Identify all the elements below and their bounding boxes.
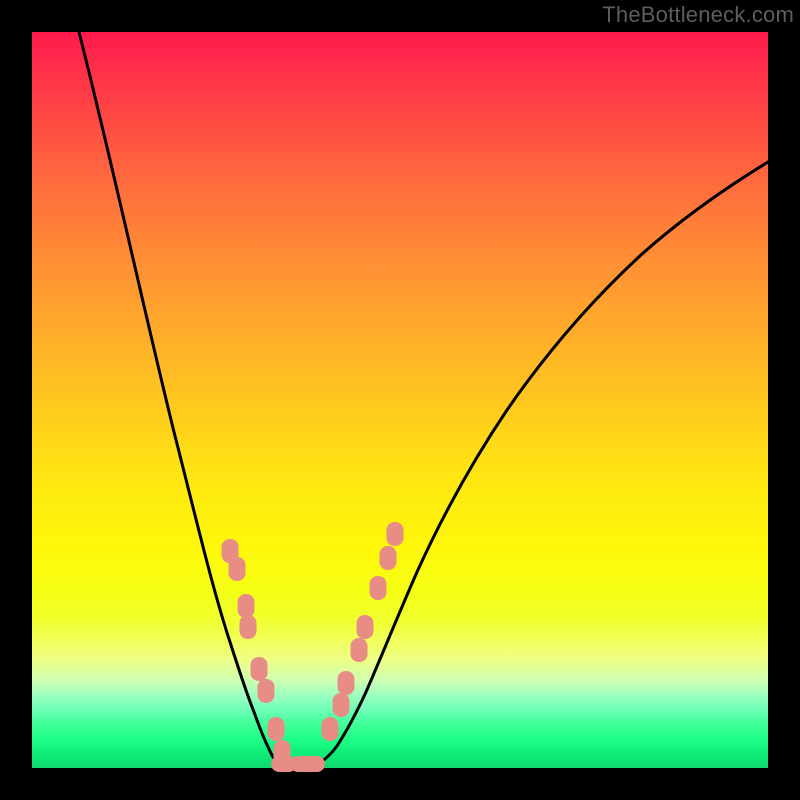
data-marker — [338, 671, 355, 695]
chart-container: TheBottleneck.com — [0, 0, 800, 800]
data-marker — [333, 693, 350, 717]
data-marker — [356, 615, 373, 639]
data-marker — [322, 717, 339, 741]
data-marker — [251, 657, 268, 681]
watermark-text: TheBottleneck.com — [602, 2, 794, 27]
data-marker — [350, 638, 367, 662]
data-marker — [299, 756, 325, 772]
plot-area — [32, 32, 768, 768]
data-marker — [386, 522, 403, 546]
data-marker — [369, 576, 386, 600]
data-marker — [267, 717, 284, 741]
site-watermark: TheBottleneck.com — [602, 2, 794, 28]
data-marker — [240, 615, 257, 639]
data-marker — [258, 679, 275, 703]
curve-right — [288, 162, 768, 767]
data-marker — [228, 557, 245, 581]
bottleneck-curve — [32, 32, 768, 768]
data-marker — [380, 546, 397, 570]
